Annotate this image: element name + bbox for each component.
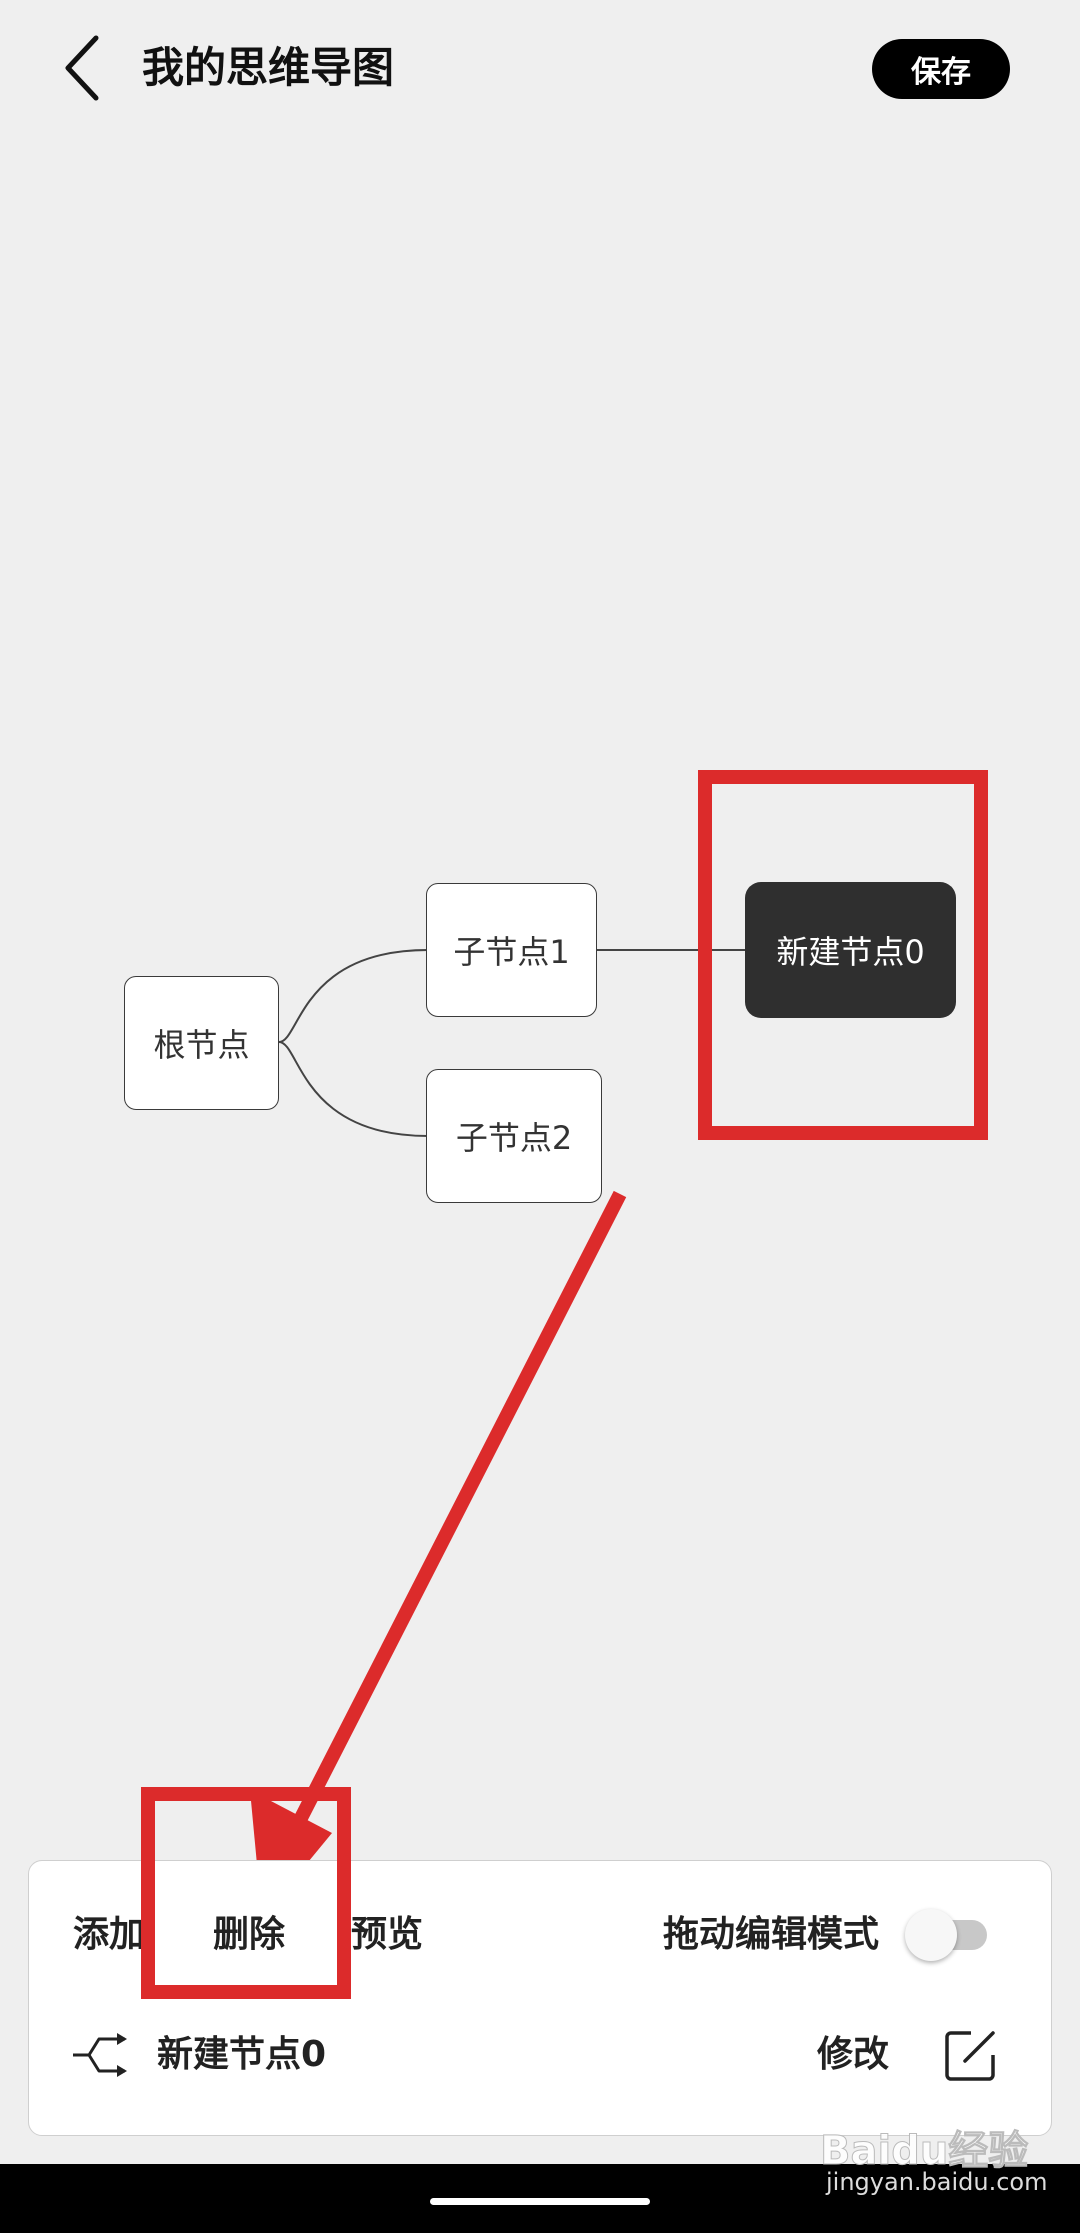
back-button[interactable] [52,30,112,106]
add-button[interactable]: 添加 [73,1909,145,1961]
selected-node-name: 新建节点0 [157,2034,327,2075]
delete-button[interactable]: 删除 [213,1909,285,1961]
home-indicator[interactable] [430,2198,650,2205]
save-button[interactable]: 保存 [872,39,1010,99]
drag-mode-toggle[interactable] [905,1909,995,1961]
mindmap-canvas[interactable]: 根节点 子节点1 子节点2 新建节点0 [0,140,1080,1860]
top-bar: 我的思维导图 保存 [0,0,1080,140]
system-nav-bar [0,2164,1080,2233]
toggle-knob [905,1909,957,1961]
annotation-arrow [250,1190,627,1860]
chevron-left-icon [65,35,99,101]
edit-icon[interactable] [943,2027,999,2083]
preview-button[interactable]: 预览 [351,1909,423,1961]
branch-icon [73,2033,127,2077]
edit-label[interactable]: 修改 [817,2029,889,2081]
page-title: 我的思维导图 [142,43,395,92]
node-action-panel: 添加 删除 预览 拖动编辑模式 新建节点0 修改 [28,1787,1052,2136]
drag-mode-label: 拖动编辑模式 [663,1914,880,1955]
